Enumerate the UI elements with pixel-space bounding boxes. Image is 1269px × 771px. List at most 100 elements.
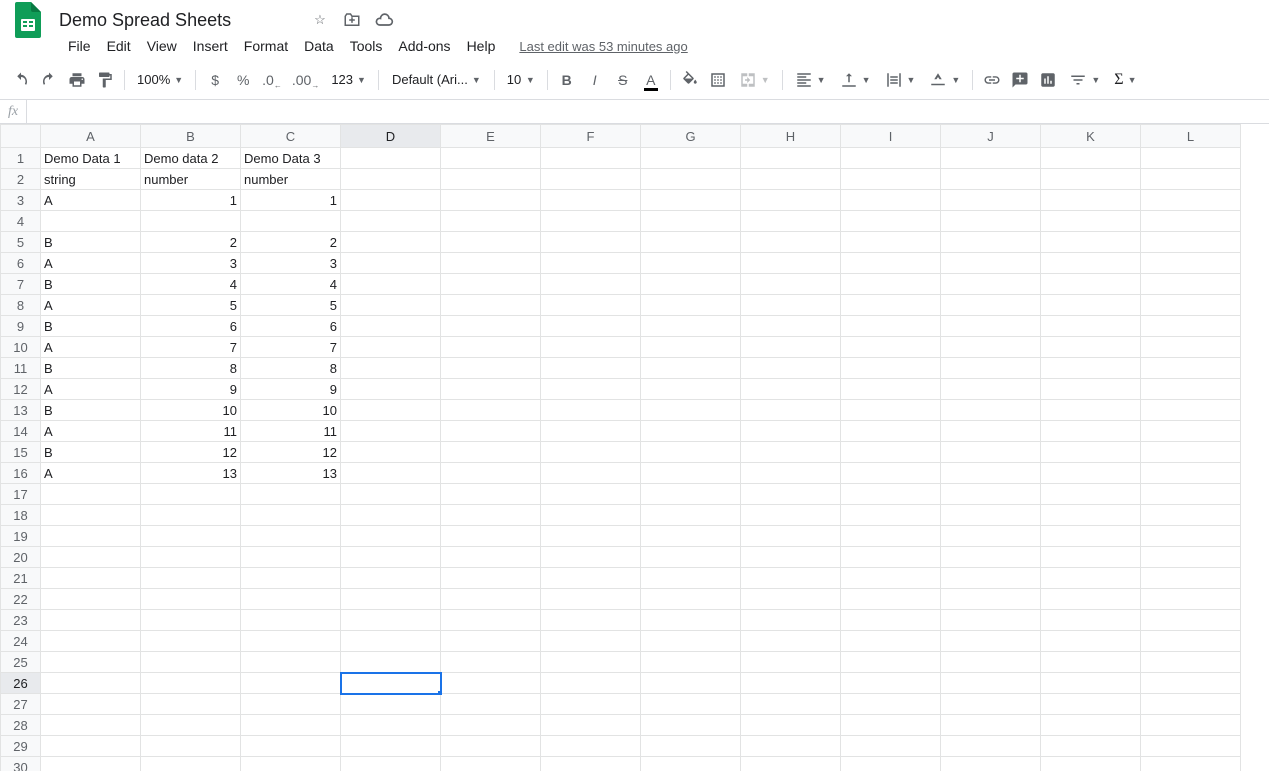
cell-D27[interactable] <box>341 694 441 715</box>
insert-link-button[interactable] <box>979 67 1005 93</box>
cell-A16[interactable]: A <box>41 463 141 484</box>
cell-E25[interactable] <box>441 652 541 673</box>
cell-G10[interactable] <box>641 337 741 358</box>
cell-L20[interactable] <box>1141 547 1241 568</box>
cell-H16[interactable] <box>741 463 841 484</box>
cell-I8[interactable] <box>841 295 941 316</box>
cell-L18[interactable] <box>1141 505 1241 526</box>
cell-H21[interactable] <box>741 568 841 589</box>
cell-J30[interactable] <box>941 757 1041 771</box>
cell-K25[interactable] <box>1041 652 1141 673</box>
cell-F28[interactable] <box>541 715 641 736</box>
row-header-9[interactable]: 9 <box>1 316 41 337</box>
cell-E20[interactable] <box>441 547 541 568</box>
cell-E16[interactable] <box>441 463 541 484</box>
cell-C3[interactable]: 1 <box>241 190 341 211</box>
cell-L7[interactable] <box>1141 274 1241 295</box>
cell-D15[interactable] <box>341 442 441 463</box>
cell-F2[interactable] <box>541 169 641 190</box>
cell-G23[interactable] <box>641 610 741 631</box>
cell-B5[interactable]: 2 <box>141 232 241 253</box>
cell-K27[interactable] <box>1041 694 1141 715</box>
number-format-dropdown[interactable]: 123▼ <box>325 67 372 93</box>
cell-C22[interactable] <box>241 589 341 610</box>
cell-I4[interactable] <box>841 211 941 232</box>
row-header-27[interactable]: 27 <box>1 694 41 715</box>
cell-C16[interactable]: 13 <box>241 463 341 484</box>
cell-I3[interactable] <box>841 190 941 211</box>
column-header-L[interactable]: L <box>1141 125 1241 148</box>
cell-F11[interactable] <box>541 358 641 379</box>
cell-G11[interactable] <box>641 358 741 379</box>
column-header-C[interactable]: C <box>241 125 341 148</box>
cell-F21[interactable] <box>541 568 641 589</box>
cell-K30[interactable] <box>1041 757 1141 771</box>
increase-decimal-button[interactable]: .00→ <box>288 67 323 93</box>
cell-A8[interactable]: A <box>41 295 141 316</box>
cell-E29[interactable] <box>441 736 541 757</box>
cell-D28[interactable] <box>341 715 441 736</box>
cell-K22[interactable] <box>1041 589 1141 610</box>
column-header-D[interactable]: D <box>341 125 441 148</box>
cell-F29[interactable] <box>541 736 641 757</box>
cell-H9[interactable] <box>741 316 841 337</box>
row-header-3[interactable]: 3 <box>1 190 41 211</box>
bold-button[interactable]: B <box>554 67 580 93</box>
cell-B11[interactable]: 8 <box>141 358 241 379</box>
cell-D25[interactable] <box>341 652 441 673</box>
cell-A13[interactable]: B <box>41 400 141 421</box>
cell-D21[interactable] <box>341 568 441 589</box>
cell-C7[interactable]: 4 <box>241 274 341 295</box>
cell-I12[interactable] <box>841 379 941 400</box>
cell-C25[interactable] <box>241 652 341 673</box>
cell-A26[interactable] <box>41 673 141 694</box>
cell-A19[interactable] <box>41 526 141 547</box>
cell-L8[interactable] <box>1141 295 1241 316</box>
cell-B28[interactable] <box>141 715 241 736</box>
cell-B25[interactable] <box>141 652 241 673</box>
row-header-15[interactable]: 15 <box>1 442 41 463</box>
cell-G6[interactable] <box>641 253 741 274</box>
menu-format[interactable]: Format <box>236 34 296 58</box>
cell-H6[interactable] <box>741 253 841 274</box>
filter-button[interactable]: ▼ <box>1063 67 1106 93</box>
formula-input[interactable] <box>26 100 1261 123</box>
cell-B30[interactable] <box>141 757 241 771</box>
cell-A7[interactable]: B <box>41 274 141 295</box>
row-header-8[interactable]: 8 <box>1 295 41 316</box>
cell-D10[interactable] <box>341 337 441 358</box>
cell-D4[interactable] <box>341 211 441 232</box>
cell-I22[interactable] <box>841 589 941 610</box>
column-header-F[interactable]: F <box>541 125 641 148</box>
cell-F26[interactable] <box>541 673 641 694</box>
cell-H22[interactable] <box>741 589 841 610</box>
row-header-17[interactable]: 17 <box>1 484 41 505</box>
cell-K1[interactable] <box>1041 148 1141 169</box>
menu-edit[interactable]: Edit <box>99 34 139 58</box>
cell-D16[interactable] <box>341 463 441 484</box>
cell-A28[interactable] <box>41 715 141 736</box>
cell-D8[interactable] <box>341 295 441 316</box>
cell-K7[interactable] <box>1041 274 1141 295</box>
cell-A14[interactable]: A <box>41 421 141 442</box>
cell-L11[interactable] <box>1141 358 1241 379</box>
row-header-29[interactable]: 29 <box>1 736 41 757</box>
cell-E1[interactable] <box>441 148 541 169</box>
cell-C5[interactable]: 2 <box>241 232 341 253</box>
cell-C15[interactable]: 12 <box>241 442 341 463</box>
cell-C10[interactable]: 7 <box>241 337 341 358</box>
cell-K28[interactable] <box>1041 715 1141 736</box>
cell-D20[interactable] <box>341 547 441 568</box>
cell-A20[interactable] <box>41 547 141 568</box>
font-size-dropdown[interactable]: 10▼ <box>501 67 541 93</box>
cell-E2[interactable] <box>441 169 541 190</box>
cell-D3[interactable] <box>341 190 441 211</box>
cell-H2[interactable] <box>741 169 841 190</box>
fill-color-button[interactable] <box>677 67 703 93</box>
cell-B12[interactable]: 9 <box>141 379 241 400</box>
menu-tools[interactable]: Tools <box>342 34 391 58</box>
cell-E11[interactable] <box>441 358 541 379</box>
cell-J3[interactable] <box>941 190 1041 211</box>
cell-G28[interactable] <box>641 715 741 736</box>
cell-C26[interactable] <box>241 673 341 694</box>
